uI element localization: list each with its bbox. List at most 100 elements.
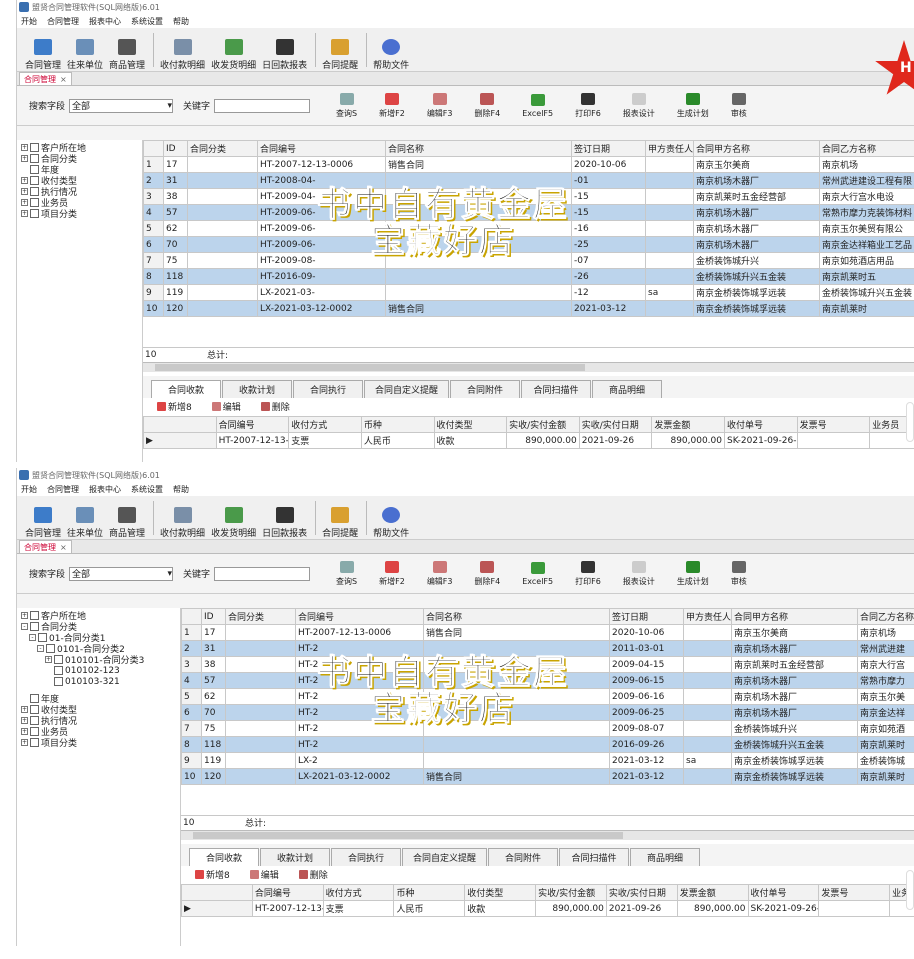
table-cell[interactable]: 57 xyxy=(201,672,226,689)
table-cell[interactable]: LX-2021-03-12-0002 xyxy=(295,768,424,785)
table-cell[interactable]: 南京机场木器厂 xyxy=(693,220,820,237)
table-row[interactable]: ▶HT-2007-12-13-0006支票人民币收款890,000.002021… xyxy=(181,900,914,917)
menu-reports[interactable]: 报表中心 xyxy=(89,484,121,495)
search-field-select[interactable]: 全部 ▾ xyxy=(69,566,174,581)
detail-tab[interactable]: 合同自定义提醒 xyxy=(364,380,450,398)
table-cell[interactable]: 南京金桥装饰城孚远装 xyxy=(693,300,820,317)
column-header[interactable]: 签订日期 xyxy=(609,608,684,625)
table-cell[interactable]: 南京机场木器厂 xyxy=(693,172,820,189)
table-cell[interactable]: -12 xyxy=(571,284,646,301)
table-cell[interactable]: -15 xyxy=(571,204,646,221)
table-cell[interactable]: 南京机场 xyxy=(857,624,914,641)
expand-toggle-icon[interactable]: + xyxy=(21,706,28,713)
expand-toggle-icon[interactable]: + xyxy=(21,728,28,735)
table-cell[interactable]: 2021-09-26 xyxy=(578,432,653,449)
table-cell[interactable]: 南京机场 xyxy=(819,156,914,173)
table-cell[interactable]: -16 xyxy=(571,220,646,237)
table-cell[interactable]: 南京金达祥箱业工艺品 xyxy=(819,236,914,253)
table-cell[interactable]: 17 xyxy=(201,624,226,641)
column-header[interactable]: 合同编号 xyxy=(257,140,386,157)
detail-edit-button[interactable]: 编辑 xyxy=(211,400,251,413)
table-cell[interactable]: 销售合同 xyxy=(423,768,610,785)
table-cell[interactable]: 2020-10-06 xyxy=(609,624,684,641)
row-header[interactable]: 7 xyxy=(181,720,202,737)
table-cell[interactable]: 2016-09-26 xyxy=(609,736,684,753)
expand-toggle-icon[interactable]: + xyxy=(21,144,28,151)
table-row[interactable]: 8 118 HT-2 2016-09-26 金桥装饰城升兴五金装 南京凯莱时 xyxy=(181,736,914,753)
excel-button[interactable]: ExcelF5 xyxy=(522,93,553,118)
payment-detail-button[interactable]: 收付款明细 xyxy=(158,31,207,71)
detail-tab[interactable]: 收款计划 xyxy=(260,848,330,866)
query-button[interactable]: 查询S xyxy=(336,92,357,119)
table-cell[interactable] xyxy=(683,704,732,721)
table-cell[interactable]: 收款 xyxy=(464,900,537,917)
delete-button[interactable]: 删除F4 xyxy=(475,92,500,119)
menu-contract[interactable]: 合同管理 xyxy=(47,484,79,495)
partners-button[interactable]: 往来单位 xyxy=(65,31,105,71)
column-header[interactable]: 收付类型 xyxy=(464,884,537,901)
expand-toggle-icon[interactable]: + xyxy=(21,155,28,162)
tree-node[interactable]: 010103-321 xyxy=(21,676,180,687)
table-cell[interactable] xyxy=(683,720,732,737)
print-button[interactable]: 打印F6 xyxy=(575,560,601,587)
table-cell[interactable] xyxy=(187,204,258,221)
detail-tab[interactable]: 合同自定义提醒 xyxy=(402,848,488,866)
daily-report-button[interactable]: 日回款报表 xyxy=(260,499,309,539)
row-header[interactable]: 2 xyxy=(181,640,202,657)
close-icon[interactable]: × xyxy=(60,75,67,84)
detail-tab[interactable]: 合同执行 xyxy=(293,380,363,398)
table-cell[interactable] xyxy=(645,204,694,221)
column-header[interactable]: 合同乙方名称 xyxy=(857,608,914,625)
table-cell[interactable] xyxy=(225,672,296,689)
edit-button[interactable]: 编辑F3 xyxy=(427,560,453,587)
tree-node[interactable]: + 项目分类 xyxy=(21,208,142,220)
detail-tab[interactable]: 商品明细 xyxy=(630,848,701,866)
column-header[interactable]: 发票金额 xyxy=(676,884,749,901)
table-row[interactable]: 10 120 LX-2021-03-12-0002 销售合同 2021-03-12 南京金… xyxy=(143,300,914,317)
column-header[interactable]: 发票号 xyxy=(818,884,891,901)
excel-button[interactable]: ExcelF5 xyxy=(522,561,553,586)
table-cell[interactable]: 2021-03-12 xyxy=(609,752,684,769)
table-cell[interactable]: SK-2021-09-26-0001 xyxy=(747,900,820,917)
table-cell[interactable] xyxy=(225,704,296,721)
table-cell[interactable]: 70 xyxy=(163,236,188,253)
detail-tab[interactable]: 合同收款 xyxy=(189,848,259,866)
table-cell[interactable]: 119 xyxy=(163,284,188,301)
generate-plan-button[interactable]: 生成计划 xyxy=(677,560,709,587)
detail-add-button[interactable]: 新增8 xyxy=(157,400,202,413)
column-header[interactable]: 收付方式 xyxy=(322,884,395,901)
help-file-button[interactable]: 帮助文件 xyxy=(371,499,411,539)
table-cell[interactable]: sa xyxy=(645,284,694,301)
detail-tab[interactable]: 收款计划 xyxy=(222,380,292,398)
table-cell[interactable]: 119 xyxy=(201,752,226,769)
column-header[interactable]: 发票号 xyxy=(796,416,871,433)
table-cell[interactable]: -01 xyxy=(571,172,646,189)
table-cell[interactable]: HT-2007-12-13-0006 xyxy=(251,900,324,917)
table-cell[interactable]: 南京机场木器厂 xyxy=(693,204,820,221)
table-cell[interactable]: 南京凯莱时 xyxy=(857,768,914,785)
table-cell[interactable]: 南京金桥装饰城孚远装 xyxy=(731,752,858,769)
table-cell[interactable]: 南京金桥装饰城孚远装 xyxy=(731,768,858,785)
table-cell[interactable]: 常熟市摩力克装饰材料 xyxy=(819,204,914,221)
table-cell[interactable]: 2009-08-07 xyxy=(609,720,684,737)
detail-tab[interactable]: 合同附件 xyxy=(450,380,521,398)
table-cell[interactable]: LX-2021-03- xyxy=(257,284,386,301)
row-header[interactable]: 10 xyxy=(143,300,164,317)
table-cell[interactable]: HT-2007-12-13-0006 xyxy=(215,432,290,449)
table-cell[interactable]: 57 xyxy=(163,204,188,221)
table-cell[interactable]: 南京如苑酒店用品 xyxy=(819,252,914,269)
table-cell[interactable]: 38 xyxy=(201,656,226,673)
table-cell[interactable] xyxy=(645,252,694,269)
detail-tab[interactable]: 商品明细 xyxy=(592,380,663,398)
table-cell[interactable]: HT-2 xyxy=(295,736,424,753)
expand-toggle-icon[interactable]: + xyxy=(21,717,28,724)
table-cell[interactable]: 南京机场木器厂 xyxy=(731,688,858,705)
table-row[interactable]: 1 17 HT-2007-12-13-0006 销售合同 2020-10-06 南京玉尔美… xyxy=(143,156,914,173)
column-header[interactable]: 合同乙方名称 xyxy=(819,140,914,157)
table-cell[interactable]: 南京玉尔美商 xyxy=(731,624,858,641)
table-cell[interactable]: 2009-06-25 xyxy=(609,704,684,721)
row-header[interactable]: 2 xyxy=(143,172,164,189)
table-cell[interactable] xyxy=(225,752,296,769)
table-cell[interactable]: 2011-03-01 xyxy=(609,640,684,657)
table-cell[interactable]: 38 xyxy=(163,188,188,205)
